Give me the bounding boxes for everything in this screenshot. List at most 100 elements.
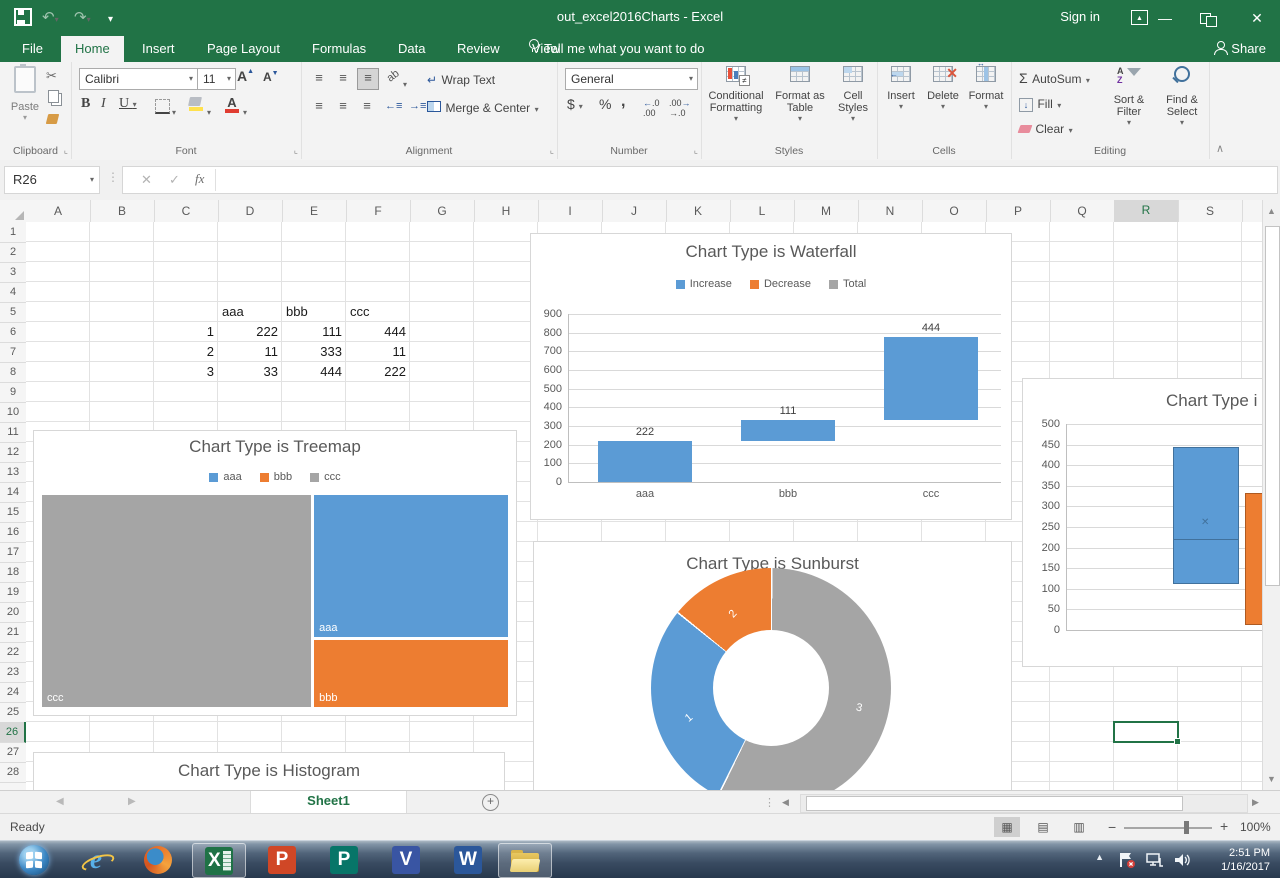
column-header-S[interactable]: S: [1178, 200, 1243, 222]
clock[interactable]: 2:51 PM 1/16/2017: [1221, 846, 1270, 874]
row-header-26[interactable]: 26: [0, 722, 26, 743]
cell-styles-button[interactable]: Cell Styles▾: [831, 66, 875, 123]
format-painter-icon[interactable]: [46, 114, 59, 124]
orientation-icon[interactable]: ab: [385, 68, 402, 85]
next-sheet-icon[interactable]: ▶: [128, 796, 136, 807]
borders-icon[interactable]: [155, 99, 170, 114]
waterfall-bar-aaa[interactable]: [598, 441, 692, 482]
legend-item[interactable]: aaa: [209, 471, 241, 483]
waterfall-bar-bbb[interactable]: [741, 420, 835, 441]
zoom-slider-thumb[interactable]: [1184, 821, 1189, 834]
clear-button[interactable]: Clear ▾: [1019, 120, 1073, 138]
insert-function-icon[interactable]: fx: [195, 171, 204, 187]
row-header-12[interactable]: 12: [0, 442, 26, 463]
page-layout-view-icon[interactable]: ▤: [1030, 817, 1056, 837]
row-header-13[interactable]: 13: [0, 462, 26, 483]
vertical-scroll-thumb[interactable]: [1265, 226, 1280, 586]
percent-style-icon[interactable]: %: [599, 96, 611, 112]
hscroll-left-icon[interactable]: ◀: [782, 797, 789, 808]
formula-input[interactable]: [219, 168, 1273, 192]
treemap-chart[interactable]: Chart Type is Treemapaaabbbccccccaaabbb: [33, 430, 517, 716]
column-header-F[interactable]: F: [346, 200, 411, 222]
horizontal-scrollbar[interactable]: [800, 794, 1248, 813]
row-headers[interactable]: 1234567891011121314151617181920212223242…: [0, 222, 27, 790]
column-header-B[interactable]: B: [90, 200, 155, 222]
row-header-28[interactable]: 28: [0, 762, 26, 783]
page-break-preview-icon[interactable]: ▥: [1066, 817, 1092, 837]
new-sheet-icon[interactable]: +: [482, 794, 499, 811]
cell-E7[interactable]: 333: [282, 342, 346, 362]
paste-button[interactable]: Paste ▾: [4, 66, 46, 122]
taskbar-publisher-icon[interactable]: P: [318, 843, 370, 876]
delete-cells-button[interactable]: ✕ Delete▾: [923, 66, 963, 111]
row-header-23[interactable]: 23: [0, 662, 26, 683]
underline-icon[interactable]: U ▾: [119, 96, 137, 112]
row-header-25[interactable]: 25: [0, 702, 26, 723]
align-right-icon[interactable]: ≡: [357, 96, 377, 116]
tab-home[interactable]: Home: [61, 36, 124, 62]
row-header-1[interactable]: 1: [0, 222, 26, 243]
row-header-3[interactable]: 3: [0, 262, 26, 283]
center-icon[interactable]: ≡: [333, 96, 353, 116]
autosum-button[interactable]: Σ AutoSum ▾: [1019, 70, 1090, 88]
cell-E5[interactable]: bbb: [282, 302, 346, 322]
taskbar-start-button[interactable]: [8, 843, 60, 876]
insert-cells-button[interactable]: ← Insert▾: [881, 66, 921, 111]
increase-font-icon[interactable]: A▲: [237, 68, 254, 84]
sort-filter-button[interactable]: A Z Sort & Filter▾: [1103, 66, 1155, 127]
taskbar-excel-icon[interactable]: X: [192, 843, 246, 878]
alignment-dialog-launcher-icon[interactable]: ⌞: [550, 146, 554, 155]
font-dialog-launcher-icon[interactable]: ⌞: [294, 146, 298, 155]
column-headers[interactable]: ABCDEFGHIJKLMNOPQRS: [26, 200, 1262, 223]
font-color-icon[interactable]: A: [225, 95, 239, 113]
selected-cell-R26[interactable]: [1113, 721, 1179, 743]
name-box-dropdown-icon[interactable]: ▾: [90, 175, 94, 184]
row-header-19[interactable]: 19: [0, 582, 26, 603]
row-header-4[interactable]: 4: [0, 282, 26, 303]
column-header-M[interactable]: M: [794, 200, 859, 222]
column-header-G[interactable]: G: [410, 200, 475, 222]
cell-C8[interactable]: 3: [154, 362, 218, 382]
format-as-table-button[interactable]: Format as Table▾: [771, 66, 829, 123]
cell-D5[interactable]: aaa: [218, 302, 282, 322]
row-header-27[interactable]: 27: [0, 742, 26, 763]
row-header-20[interactable]: 20: [0, 602, 26, 623]
column-header-I[interactable]: I: [538, 200, 603, 222]
waterfall-chart[interactable]: Chart Type is WaterfallIncreaseDecreaseT…: [530, 233, 1012, 520]
scroll-up-icon[interactable]: ▲: [1263, 206, 1280, 216]
row-header-10[interactable]: 10: [0, 402, 26, 423]
tab-file[interactable]: File: [8, 36, 57, 62]
conditional-formatting-button[interactable]: ≠ Conditional Formatting▾: [703, 66, 769, 123]
middle-align-icon[interactable]: ≡: [333, 68, 353, 88]
treemap-rect-aaa[interactable]: aaa: [314, 495, 508, 637]
cell-F6[interactable]: 444: [346, 322, 410, 342]
tab-insert[interactable]: Insert: [128, 36, 189, 62]
network-icon[interactable]: [1146, 852, 1164, 868]
format-cells-button[interactable]: ↔ Format▾: [965, 66, 1007, 111]
fill-handle[interactable]: [1174, 738, 1181, 745]
find-select-button[interactable]: Find & Select▾: [1157, 66, 1207, 127]
number-dialog-launcher-icon[interactable]: ⌞: [694, 146, 698, 155]
prev-sheet-icon[interactable]: ◀: [56, 796, 64, 807]
select-all-corner[interactable]: [0, 200, 27, 223]
bottom-align-icon[interactable]: ≡: [357, 68, 379, 90]
row-header-8[interactable]: 8: [0, 362, 26, 383]
column-header-A[interactable]: A: [26, 200, 91, 222]
sunburst-chart[interactable]: Chart Type is Sunburst312: [533, 541, 1012, 790]
column-header-N[interactable]: N: [858, 200, 923, 222]
row-header-16[interactable]: 16: [0, 522, 26, 543]
hscroll-right-icon[interactable]: ▶: [1252, 797, 1259, 808]
close-button[interactable]: ✕: [1234, 0, 1280, 36]
borders-dropdown[interactable]: ▾: [172, 102, 176, 120]
cell-E8[interactable]: 444: [282, 362, 346, 382]
fill-color-dropdown[interactable]: ▾: [207, 102, 211, 120]
action-center-flag-icon[interactable]: [1118, 852, 1136, 868]
wrap-text-button[interactable]: ↵ Wrap Text: [427, 71, 495, 89]
row-header-21[interactable]: 21: [0, 622, 26, 643]
column-header-C[interactable]: C: [154, 200, 219, 222]
volume-icon[interactable]: [1174, 852, 1192, 868]
decrease-font-icon[interactable]: A▼: [263, 70, 279, 84]
vertical-scrollbar[interactable]: ▲ ▼: [1262, 200, 1280, 790]
histogram-chart[interactable]: Chart Type is Histogram: [33, 752, 505, 790]
taskbar-firefox-icon[interactable]: [132, 843, 184, 876]
